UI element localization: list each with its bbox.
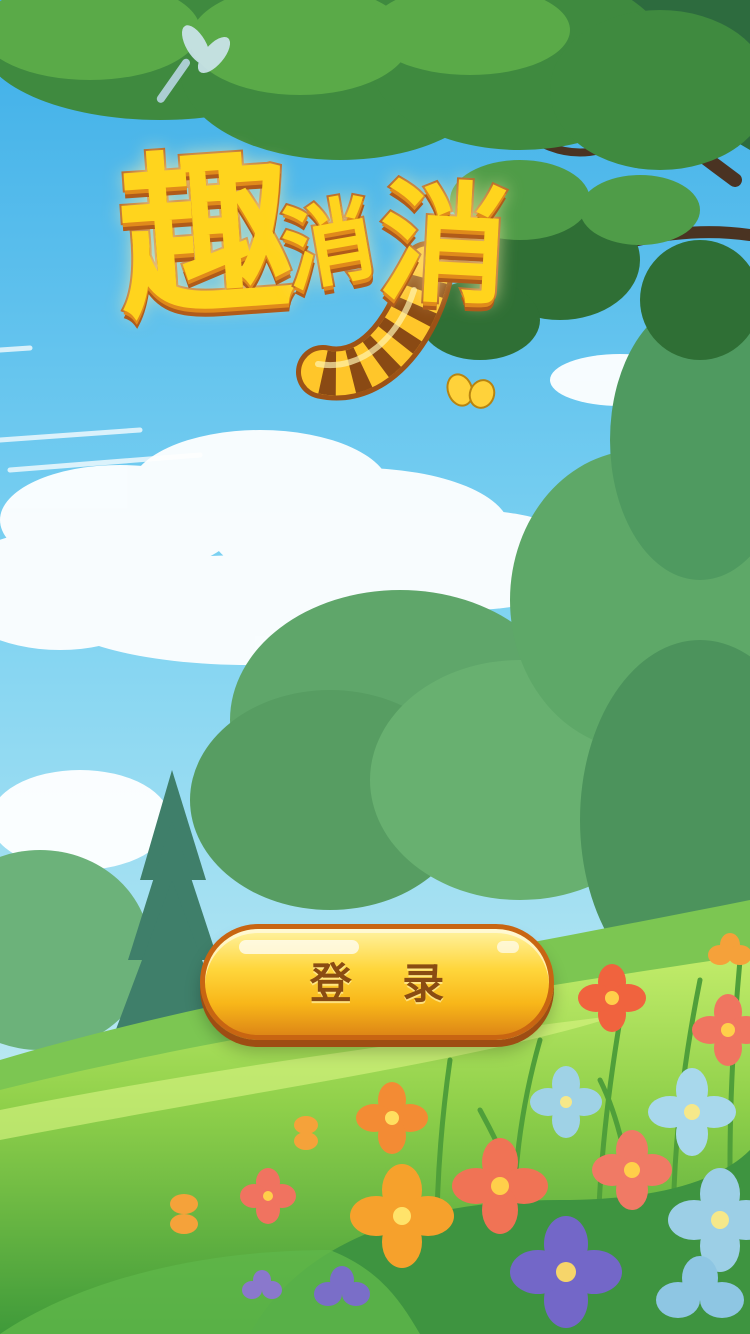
game-logo: 趣消消 [109, 128, 638, 420]
login-button[interactable]: 登 录 [200, 924, 554, 1040]
game-title: 趣消消 [109, 128, 511, 346]
game-title-char-1: 趣 [109, 128, 298, 346]
login-button-label: 登 录 [309, 959, 463, 1008]
game-title-char-3: 消 [373, 164, 511, 326]
game-login-screen: 趣消消 登 录 [0, 0, 750, 1334]
game-title-char-2: 消 [272, 183, 381, 308]
